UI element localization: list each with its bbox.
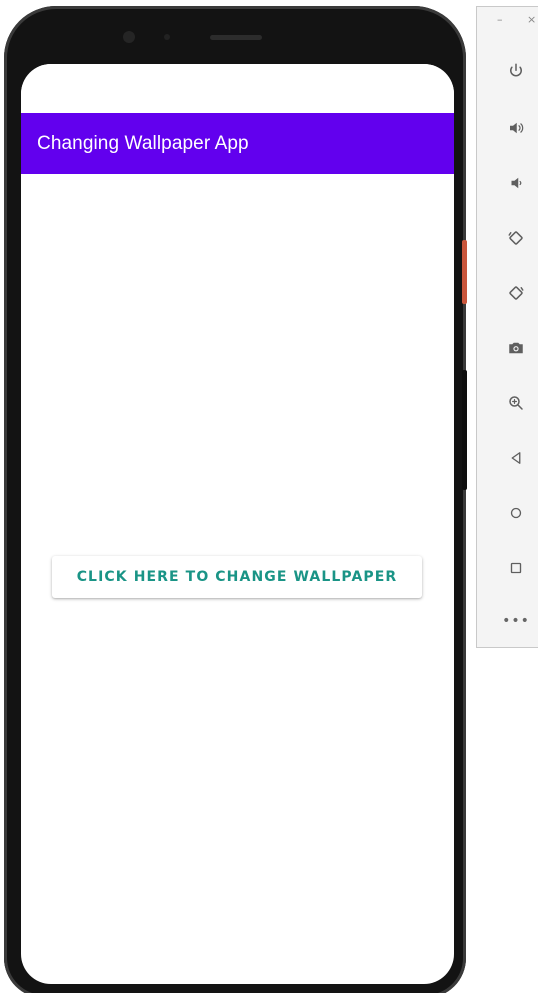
back-icon[interactable] bbox=[505, 447, 527, 469]
camera-icon[interactable] bbox=[505, 337, 527, 359]
emulator-window: Changing Wallpaper App CLICK HERE TO CHA… bbox=[0, 0, 538, 993]
volume-up-icon[interactable] bbox=[505, 117, 527, 139]
change-wallpaper-button[interactable]: CLICK HERE TO CHANGE WALLPAPER bbox=[52, 556, 422, 598]
more-icon[interactable]: ••• bbox=[502, 610, 529, 632]
rotate-left-icon[interactable] bbox=[505, 227, 527, 249]
phone-power-button[interactable] bbox=[462, 240, 467, 304]
phone-screen: Changing Wallpaper App CLICK HERE TO CHA… bbox=[21, 64, 454, 984]
close-icon[interactable]: × bbox=[527, 13, 536, 26]
front-camera bbox=[123, 31, 135, 43]
phone-frame: Changing Wallpaper App CLICK HERE TO CHA… bbox=[4, 6, 466, 993]
minimize-icon[interactable]: – bbox=[497, 13, 503, 26]
power-icon[interactable] bbox=[505, 60, 527, 82]
phone-volume-button[interactable] bbox=[462, 370, 467, 490]
app-title: Changing Wallpaper App bbox=[37, 132, 249, 154]
emulator-toolbar-header: – × bbox=[477, 7, 538, 35]
volume-down-icon[interactable] bbox=[505, 172, 527, 194]
proximity-sensor bbox=[164, 34, 170, 40]
zoom-icon[interactable] bbox=[505, 392, 527, 414]
main-content: CLICK HERE TO CHANGE WALLPAPER bbox=[21, 174, 454, 984]
app-bar: Changing Wallpaper App bbox=[21, 113, 454, 174]
rotate-right-icon[interactable] bbox=[505, 282, 527, 304]
earpiece-speaker bbox=[210, 35, 262, 40]
home-icon[interactable] bbox=[505, 502, 527, 524]
overview-icon[interactable] bbox=[505, 557, 527, 579]
emulator-toolbar: – × ••• bbox=[476, 6, 538, 648]
status-bar bbox=[21, 64, 454, 113]
